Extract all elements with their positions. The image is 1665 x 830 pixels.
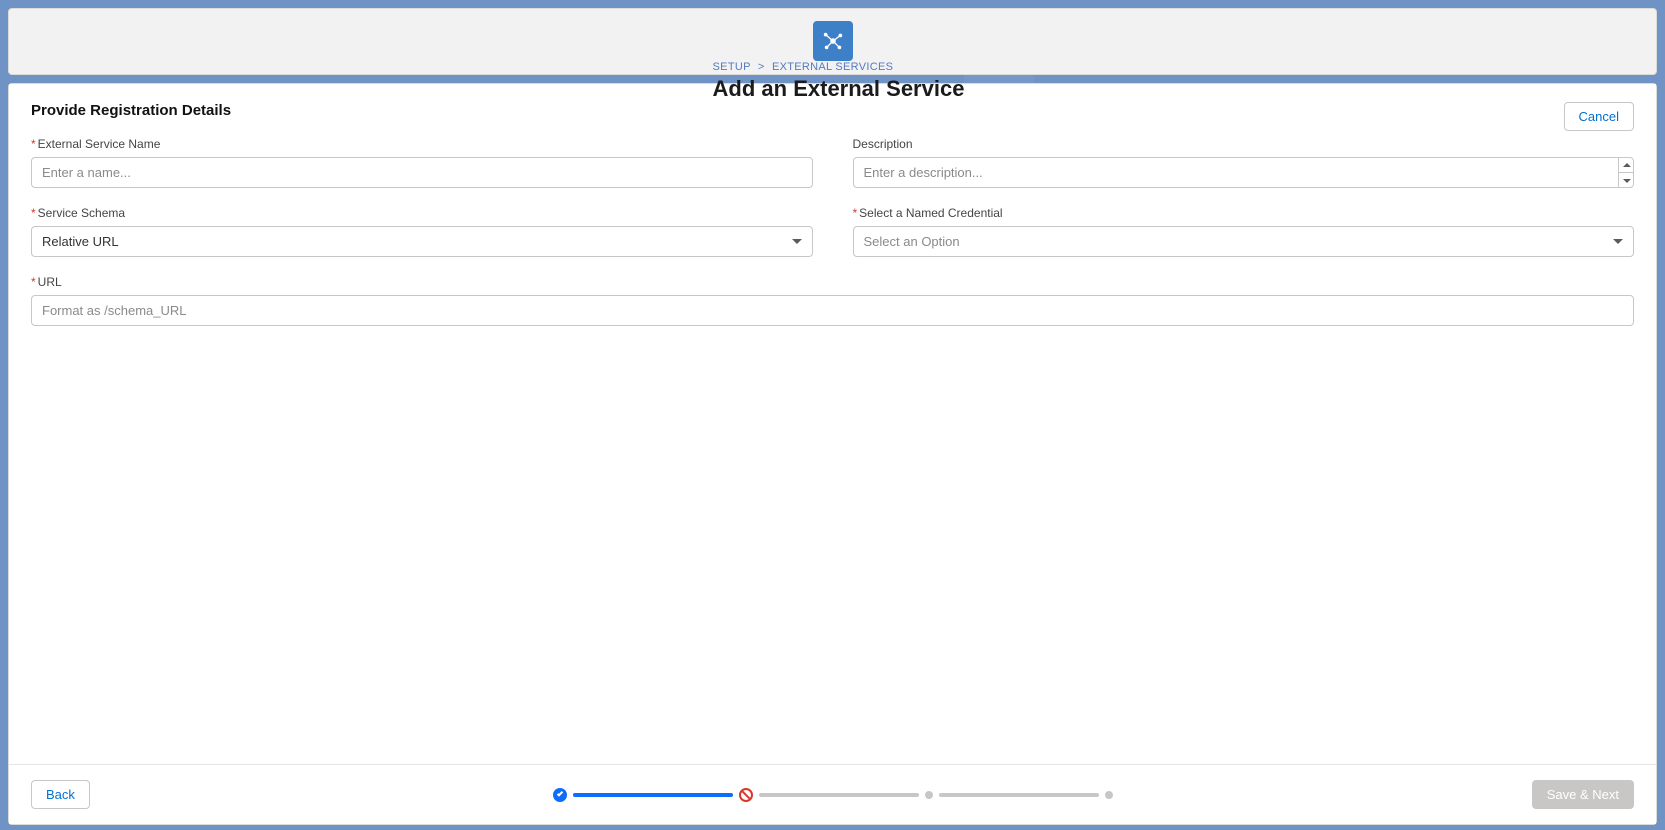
breadcrumb: SETUP > EXTERNAL SERVICES <box>713 61 965 73</box>
label-external-service-name: *External Service Name <box>31 137 813 151</box>
description-stepper-up[interactable] <box>1619 157 1634 173</box>
wizard-footer: Back Save & Next <box>9 764 1656 824</box>
field-url: *URL <box>31 275 1634 326</box>
description-stepper <box>1618 157 1634 188</box>
description-input[interactable] <box>853 157 1635 188</box>
progress-step-4 <box>1105 791 1113 799</box>
field-named-credential: *Select a Named Credential Select an Opt… <box>853 206 1635 257</box>
progress-bar-3 <box>939 793 1099 797</box>
named-credential-select[interactable]: Select an Option <box>853 226 1635 257</box>
external-service-name-input[interactable] <box>31 157 813 188</box>
cancel-button[interactable]: Cancel <box>1564 102 1634 131</box>
required-asterisk: * <box>31 275 36 289</box>
progress-bar-2 <box>759 793 919 797</box>
named-credential-placeholder: Select an Option <box>864 234 960 249</box>
chevron-down-icon <box>1623 179 1631 183</box>
form-body: Provide Registration Details *External S… <box>9 84 1656 764</box>
chevron-down-icon <box>792 239 802 244</box>
breadcrumb-level1[interactable]: SETUP <box>713 61 751 73</box>
back-button[interactable]: Back <box>31 780 90 809</box>
required-asterisk: * <box>31 206 36 220</box>
progress-step-3 <box>925 791 933 799</box>
breadcrumb-level2[interactable]: EXTERNAL SERVICES <box>772 61 893 73</box>
label-url: *URL <box>31 275 1634 289</box>
required-asterisk: * <box>31 137 36 151</box>
field-external-service-name: *External Service Name <box>31 137 813 188</box>
description-stepper-down[interactable] <box>1619 173 1634 188</box>
chevron-up-icon <box>1623 163 1631 167</box>
service-schema-select[interactable]: Relative URL <box>31 226 813 257</box>
service-schema-value: Relative URL <box>42 234 119 249</box>
url-input[interactable] <box>31 295 1634 326</box>
label-description: Description <box>853 137 1635 151</box>
field-service-schema: *Service Schema Relative URL <box>31 206 813 257</box>
field-description: Description <box>853 137 1635 188</box>
progress-bar-1 <box>573 793 733 797</box>
label-service-schema: *Service Schema <box>31 206 813 220</box>
page-header: SETUP > EXTERNAL SERVICES Add an Externa… <box>8 8 1657 75</box>
breadcrumb-separator: > <box>754 61 769 73</box>
save-next-button[interactable]: Save & Next <box>1532 780 1634 809</box>
progress-step-1-done <box>553 788 567 802</box>
wizard-progress <box>550 788 1116 802</box>
check-icon <box>556 790 562 796</box>
label-named-credential: *Select a Named Credential <box>853 206 1635 220</box>
required-asterisk: * <box>853 206 858 220</box>
main-card: Provide Registration Details *External S… <box>8 83 1657 825</box>
external-services-icon <box>813 21 853 61</box>
chevron-down-icon <box>1613 239 1623 244</box>
progress-step-2-error <box>739 788 753 802</box>
page-title: Add an External Service <box>713 76 965 102</box>
section-title: Provide Registration Details <box>31 102 1634 119</box>
